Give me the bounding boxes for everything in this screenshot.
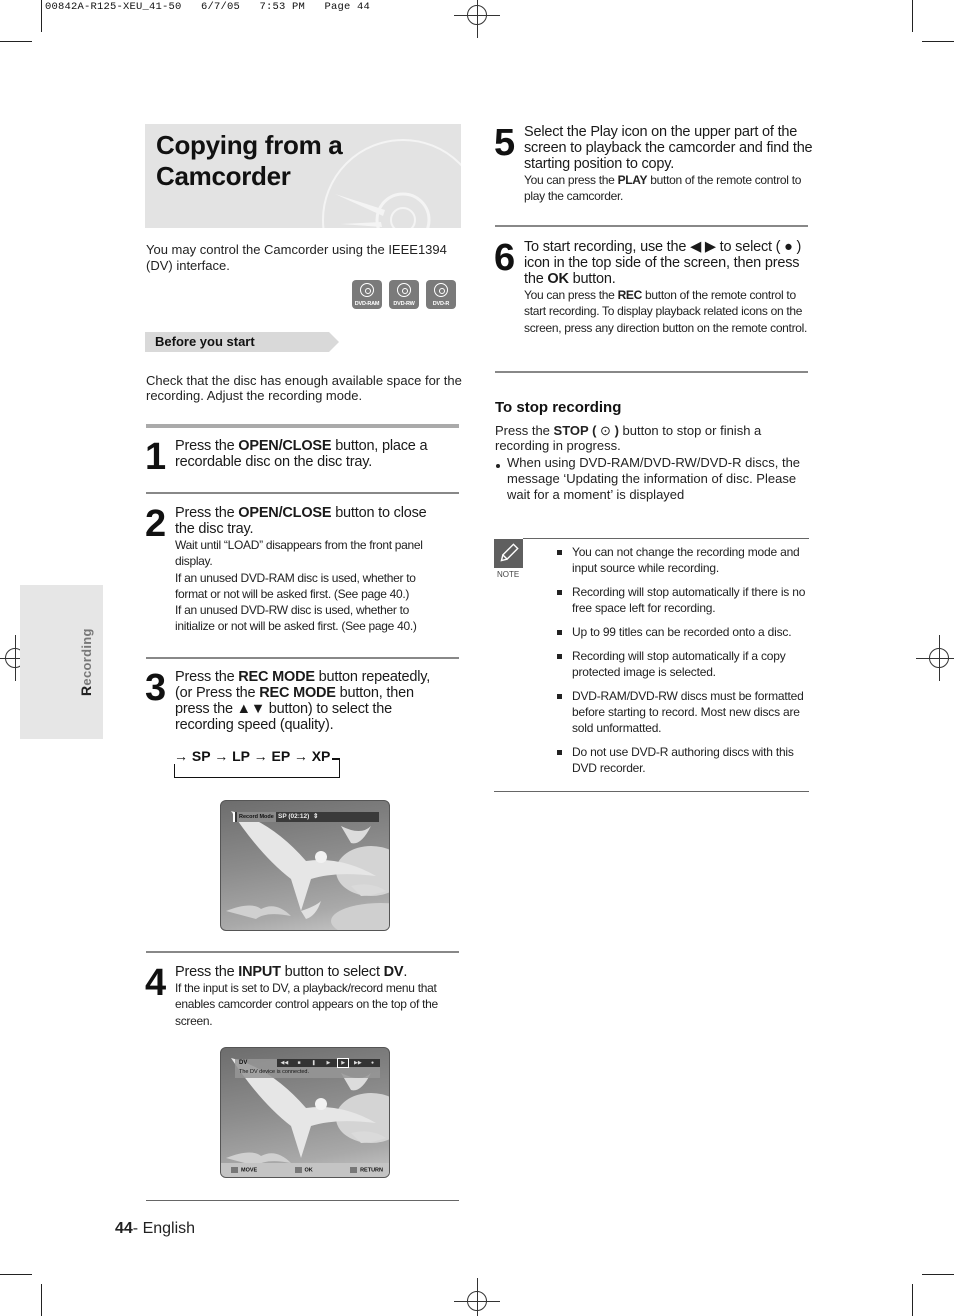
transport-controls: ◀◀ ■ ❚ ▶ ▶ ▶▶ ● <box>277 1058 380 1068</box>
recording-speed-cycle: → SP → LP → EP → XP <box>174 748 342 779</box>
divider <box>146 951 459 953</box>
registration-mark-icon <box>916 635 954 681</box>
divider <box>523 538 809 539</box>
step-detail: If an unused DVD-RW disc is used, whethe… <box>175 603 417 634</box>
dv-status-message: The DV device is connected. <box>239 1069 310 1075</box>
stop-recording-bullet: When using DVD-RAM/DVD-RW/DVD-R discs, t… <box>495 455 815 503</box>
disc-compatibility-icons: DVD-RAM DVD-RW DVD-R <box>352 280 456 309</box>
step-instruction: To start recording, use the ◀ ▶ to selec… <box>524 239 802 287</box>
step-detail: If the input is set to DV, a playback/re… <box>175 981 438 1028</box>
step-instruction: Press the OPEN/CLOSE button, place a rec… <box>175 438 428 470</box>
rewind-icon[interactable]: ◀◀ <box>279 1059 289 1067</box>
page-number: 44 <box>115 1220 133 1237</box>
divider <box>146 657 459 659</box>
crop-mark <box>0 1274 32 1275</box>
page-title: Copying from a Camcorder <box>156 130 343 191</box>
record-icon[interactable]: ● <box>368 1059 378 1067</box>
step-detail: If an unused DVD-RAM disc is used, wheth… <box>175 570 416 601</box>
step-number: 1 <box>145 436 166 478</box>
up-down-arrows-icon: ⇕ <box>312 813 319 820</box>
dvd-r-icon: DVD-R <box>426 280 456 309</box>
dvd-ram-icon: DVD-RAM <box>352 280 382 309</box>
fast-forward-icon[interactable]: ▶▶ <box>353 1059 363 1067</box>
step-number: 6 <box>494 237 515 279</box>
note-pencil-icon <box>494 539 523 568</box>
move-hint: MOVE <box>231 1166 257 1173</box>
page-footer: 44- English <box>115 1220 195 1238</box>
step-number: 3 <box>145 667 166 709</box>
record-mode-screenshot: Record Mode SP (02:12) ⇕ <box>220 800 390 931</box>
step-number: 2 <box>145 503 166 545</box>
note-item: Do not use DVD-R authoring discs with th… <box>554 744 812 776</box>
note-item: DVD-RAM/DVD-RW discs must be formatted b… <box>554 688 812 736</box>
before-you-start-text: Check that the disc has enough available… <box>146 373 462 403</box>
section-label: Recording <box>78 628 94 696</box>
record-mode-value: SP (02:12) ⇕ <box>278 813 319 820</box>
crop-mark <box>912 0 913 32</box>
arrow-keys-icon <box>231 1166 238 1173</box>
step-instruction: Press the INPUT button to select DV. <box>175 964 408 980</box>
note-item: Recording will stop automatically if the… <box>554 584 812 616</box>
note-list: You can not change the recording mode an… <box>554 544 812 784</box>
pause-icon[interactable]: ❚ <box>309 1059 319 1067</box>
dv-control-osd: DV ◀◀ ■ ❚ ▶ ▶ ▶▶ ● The DV device is conn… <box>235 1058 380 1078</box>
stop-icon[interactable]: ■ <box>294 1059 304 1067</box>
note-item: Recording will stop automatically if a c… <box>554 648 812 680</box>
ok-hint: OK <box>294 1166 313 1173</box>
divider <box>495 225 808 227</box>
note-item: You can not change the recording mode an… <box>554 544 812 576</box>
osd-footer: MOVE OK RETURN <box>221 1163 389 1177</box>
step-instruction: Press the REC MODE button repeatedly, (o… <box>175 669 431 733</box>
play-icon[interactable]: ▶ <box>337 1058 350 1068</box>
crop-mark <box>0 41 32 42</box>
registration-mark-icon <box>454 1278 500 1316</box>
crop-mark <box>922 41 954 42</box>
step-number: 5 <box>494 122 515 164</box>
step-instruction: Select the Play icon on the upper part o… <box>524 124 813 172</box>
title-banner: Copying from a Camcorder <box>145 124 461 228</box>
crop-mark <box>922 1274 954 1275</box>
crop-mark <box>41 1284 42 1316</box>
step-detail: You can press the REC button of the remo… <box>524 288 808 335</box>
print-slug: 00842A-R125-XEU_41-50 6/7/05 7:53 PM Pag… <box>45 1 371 13</box>
source-label: DV <box>239 1060 248 1066</box>
crop-mark <box>912 1284 913 1316</box>
step-detail: Wait until “LOAD” disappears from the fr… <box>175 538 423 569</box>
enter-key-icon <box>294 1166 302 1173</box>
divider <box>495 371 808 373</box>
step-instruction: Press the OPEN/CLOSE button to close the… <box>175 505 427 537</box>
stop-symbol-icon: ⊙ <box>600 423 611 438</box>
divider <box>494 791 809 792</box>
before-you-start-heading: Before you start <box>145 332 339 352</box>
dvd-rw-icon: DVD-RW <box>389 280 419 309</box>
intro-text: You may control the Camcorder using the … <box>146 242 447 273</box>
note-item: Up to 99 titles can be recorded onto a d… <box>554 624 812 640</box>
record-mode-osd: Record Mode SP (02:12) ⇕ <box>233 812 379 822</box>
note-label: NOTE <box>497 570 520 579</box>
registration-mark-icon <box>454 0 500 38</box>
return-hint: RETURN <box>350 1166 383 1173</box>
divider <box>146 492 459 494</box>
slow-play-icon[interactable]: ▶ <box>323 1059 333 1067</box>
language-label: - English <box>132 1220 196 1237</box>
divider <box>146 424 459 428</box>
divider <box>146 1200 459 1201</box>
step-detail: You can press the PLAY button of the rem… <box>524 173 802 204</box>
step-number: 4 <box>145 962 166 1004</box>
stop-recording-text: Press the STOP ( ⊙ ) button to stop or f… <box>495 423 762 453</box>
dv-control-screenshot: DV ◀◀ ■ ❚ ▶ ▶ ▶▶ ● The DV device is conn… <box>220 1047 390 1178</box>
stop-recording-heading: To stop recording <box>495 399 622 416</box>
crop-mark <box>41 0 42 32</box>
return-key-icon <box>350 1166 358 1173</box>
